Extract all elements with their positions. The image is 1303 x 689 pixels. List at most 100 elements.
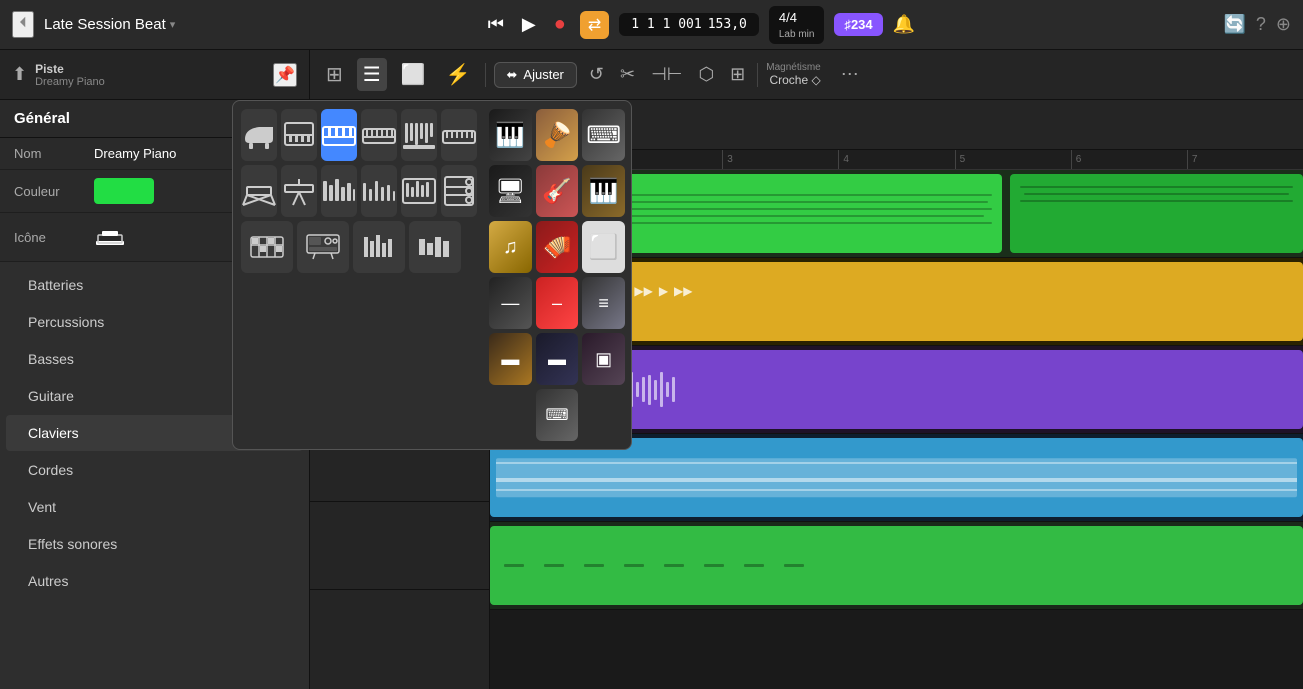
ruler-mark-3: 3 <box>722 150 838 169</box>
project-chevron-icon: ▾ <box>170 18 176 31</box>
rewind-button[interactable]: ⏮ <box>484 10 508 39</box>
square-view-button[interactable]: ⬜ <box>395 58 432 91</box>
color-icon-upright[interactable]: 🪘 <box>536 109 579 161</box>
icon-electric-piano[interactable] <box>361 109 397 161</box>
icon-workstation[interactable] <box>297 221 349 273</box>
category-effets[interactable]: Effets sonores <box>6 526 303 562</box>
color-icon-combo-organ[interactable]: ⬜ <box>582 221 625 273</box>
color-icon-ep3[interactable]: — <box>489 277 532 329</box>
color-icon-e-piano[interactable]: ⌨ <box>582 109 625 161</box>
settings-button[interactable]: ⊕ <box>1276 14 1291 35</box>
color-icon-synth3[interactable]: ▣ <box>582 333 625 385</box>
more-options-button[interactable]: ⋯ <box>837 60 863 89</box>
color-icon-vintage[interactable]: ⌨ <box>536 389 579 441</box>
icon-midi-controller[interactable] <box>441 109 477 161</box>
category-autres[interactable]: Autres <box>6 563 303 599</box>
icon-sequencer2[interactable] <box>401 165 437 217</box>
adjust-icon: ⬌ <box>507 67 518 83</box>
ruler-mark-6: 6 <box>1071 150 1187 169</box>
color-icon-ep4[interactable]: – <box>536 277 579 329</box>
magnetisme-section: Magnétisme Croche ◇ <box>766 62 820 87</box>
scissors-button[interactable]: ✂ <box>616 60 639 89</box>
color-icon-grand-piano[interactable]: 🎹 <box>489 109 532 161</box>
color-icon-empty2 <box>582 389 625 441</box>
color-icon-synth1[interactable]: ▬ <box>489 333 532 385</box>
loop-region-button[interactable]: ⬡ <box>694 60 718 89</box>
help-button[interactable]: ? <box>1256 14 1266 35</box>
color-icon-row-5: ▬ ▬ ▣ <box>489 333 625 385</box>
time-signature: 4/4 Lab min <box>769 6 825 44</box>
color-icon-accordion[interactable]: 🪗 <box>536 221 579 273</box>
piste-info: Piste Dreamy Piano <box>35 62 105 88</box>
icon-grand-piano[interactable] <box>241 109 277 161</box>
toolbar-divider <box>485 63 486 87</box>
copy-button[interactable]: ⊞ <box>726 60 749 89</box>
color-icon-row-2: 🖥 🎸 🎹 <box>489 165 625 217</box>
green3-content <box>494 530 1299 601</box>
clip-green3[interactable] <box>490 526 1303 605</box>
top-right-icons: 🔄 ? ⊕ <box>1223 14 1291 35</box>
icon-x-stand[interactable] <box>241 165 277 217</box>
color-icon-row-3: ♫ 🪗 ⬜ <box>489 221 625 273</box>
icon-organ[interactable] <box>401 109 437 161</box>
project-title: Late Session Beat ▾ <box>44 16 175 33</box>
undo-button[interactable]: ↺ <box>585 60 608 89</box>
top-bar: Late Session Beat ▾ ⏮ ▶ ● ⇄ 1 1 1 001 15… <box>0 0 1303 50</box>
icon-bars1[interactable] <box>353 221 405 273</box>
waveform-line3 <box>496 489 1297 491</box>
waveform-line2 <box>496 478 1297 482</box>
record-button[interactable]: ● <box>550 9 570 40</box>
icon-row-3 <box>241 221 473 273</box>
color-icon-row-4: — – ≡ <box>489 277 625 329</box>
ruler-mark-4: 4 <box>838 150 954 169</box>
icon-grid-overlay: 🎹 🪘 ⌨ 🖥 🎸 🎹 ♫ 🪗 ⬜ — – ≡ ▬ ▬ <box>232 100 632 450</box>
icon-grid-schematic <box>233 101 481 449</box>
split-button[interactable]: ⊣⊢ <box>647 60 686 89</box>
main-layout: Général ⌄ Nom Dreamy Piano Couleur Icône… <box>0 100 1303 689</box>
color-icon-pipe-organ[interactable]: ♫ <box>489 221 532 273</box>
grid-view-button[interactable]: ⊞ <box>320 58 349 91</box>
second-bar: ⬆ Piste Dreamy Piano 📌 ⊞ ☰ ⬜ ⚡ ⬌ Ajuster… <box>0 50 1303 100</box>
color-icon-empty1 <box>489 389 532 441</box>
icon-bars2[interactable] <box>409 221 461 273</box>
waveform-line1 <box>496 462 1297 464</box>
icon-t-stand[interactable] <box>281 165 317 217</box>
color-icon-organ2[interactable]: 🎹 <box>582 165 625 217</box>
color-icon-synth2[interactable]: ▬ <box>536 333 579 385</box>
ruler-mark-7: 7 <box>1187 150 1303 169</box>
icone-swatch[interactable] <box>94 221 126 253</box>
piste-back-icon[interactable]: ⬆ <box>12 64 27 85</box>
icon-mixer[interactable] <box>361 165 397 217</box>
metronome-button[interactable]: 🔔 <box>893 14 915 35</box>
magic-button[interactable]: ⚡ <box>440 58 477 91</box>
clip-dreamy-piano-2[interactable] <box>1010 174 1303 253</box>
color-icon-row-1: 🎹 🪘 ⌨ <box>489 109 625 161</box>
list-view-button[interactable]: ☰ <box>357 58 387 91</box>
adjust-button[interactable]: ⬌ Ajuster <box>494 62 577 88</box>
category-cordes[interactable]: Cordes <box>6 452 303 488</box>
pin-button[interactable]: 📌 <box>273 63 297 87</box>
color-icon-row-6: ⌨ <box>489 389 625 441</box>
back-button[interactable] <box>12 11 34 38</box>
lane-5 <box>490 522 1303 610</box>
icon-keyboard-selected[interactable] <box>321 109 357 161</box>
icon-rack[interactable] <box>441 165 477 217</box>
icon-upright-piano[interactable] <box>281 109 317 161</box>
color-icon-ep2[interactable]: 🎸 <box>536 165 579 217</box>
category-vent[interactable]: Vent <box>6 489 303 525</box>
track-name-5 <box>310 502 489 590</box>
icon-sequencer[interactable] <box>321 165 357 217</box>
position-display: 1 1 1 001 153,0 <box>619 13 759 36</box>
color-swatch[interactable] <box>94 178 154 204</box>
sync-icon[interactable]: 🔄 <box>1223 14 1245 35</box>
toolbar-section: ⊞ ☰ ⬜ ⚡ ⬌ Ajuster ↺ ✂ ⊣⊢ ⬡ ⊞ Magnétisme … <box>310 50 1303 99</box>
icon-step-seq[interactable] <box>241 221 293 273</box>
play-button[interactable]: ▶ <box>518 10 540 39</box>
color-icon-table-piano[interactable]: 🖥 <box>489 165 532 217</box>
toolbar-divider2 <box>757 63 758 87</box>
loop-button[interactable]: ⇄ <box>580 11 609 39</box>
ruler-mark-5: 5 <box>955 150 1071 169</box>
color-icon-ep5[interactable]: ≡ <box>582 277 625 329</box>
clip2-content <box>1016 176 1297 212</box>
icon-grid-color: 🎹 🪘 ⌨ 🖥 🎸 🎹 ♫ 🪗 ⬜ — – ≡ ▬ ▬ <box>481 101 633 449</box>
